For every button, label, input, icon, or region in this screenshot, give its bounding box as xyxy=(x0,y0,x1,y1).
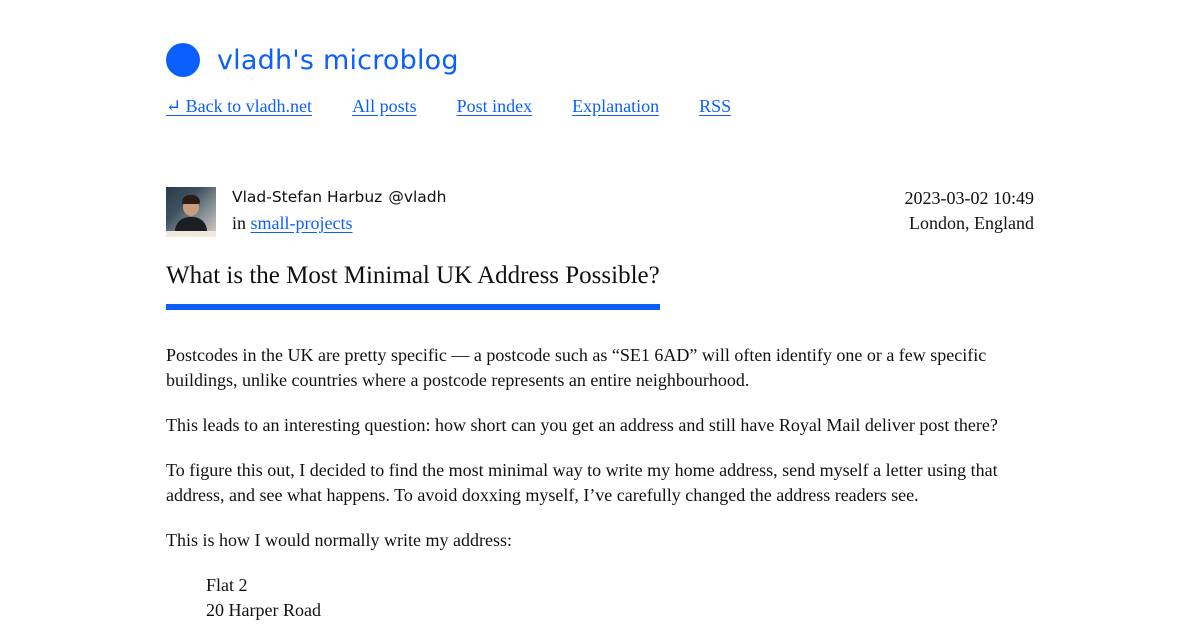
address-block: Flat 2 20 Harper Road xyxy=(206,573,1046,623)
post-meta: Vlad-Stefan Harbuz @vladh in small-projec… xyxy=(166,187,1034,237)
address-line: Flat 2 xyxy=(206,575,248,595)
main-nav: ↵ Back to vladh.net All posts Post index… xyxy=(166,96,731,117)
paragraph: To figure this out, I decided to find th… xyxy=(166,460,998,505)
post-datetime: 2023-03-02 10:49 xyxy=(904,188,1035,208)
paragraph: This is how I would normally write my ad… xyxy=(166,530,512,550)
nav-explanation-link[interactable]: Explanation xyxy=(572,96,659,117)
category-prefix: in xyxy=(232,213,247,233)
avatar-desk-shape xyxy=(166,231,216,237)
post-body: Postcodes in the UK are pretty specific … xyxy=(166,343,1046,623)
author-name: Vlad-Stefan Harbuz xyxy=(232,188,383,206)
author-handle: @vladh xyxy=(388,188,447,206)
address-line: 20 Harper Road xyxy=(206,600,321,620)
site-header: vladh's microblog xyxy=(166,40,459,80)
site-title-link[interactable]: vladh's microblog xyxy=(217,45,459,76)
avatar-hair-shape xyxy=(182,195,200,204)
category-line: in small-projects xyxy=(232,213,353,234)
post-location: London, England xyxy=(909,213,1034,233)
post-title: What is the Most Minimal UK Address Poss… xyxy=(166,262,660,310)
nav-post-index-link[interactable]: Post index xyxy=(457,96,533,117)
paragraph: Postcodes in the UK are pretty specific … xyxy=(166,345,987,390)
avatar xyxy=(166,187,216,237)
category-link[interactable]: small-projects xyxy=(251,213,353,233)
circle-dot-icon[interactable] xyxy=(166,43,200,77)
nav-back-link[interactable]: ↵ Back to vladh.net xyxy=(166,96,312,117)
nav-all-posts-link[interactable]: All posts xyxy=(352,96,417,117)
paragraph: This leads to an interesting question: h… xyxy=(166,415,998,435)
author-line: Vlad-Stefan Harbuz @vladh xyxy=(232,188,446,206)
nav-rss-link[interactable]: RSS xyxy=(699,96,731,117)
